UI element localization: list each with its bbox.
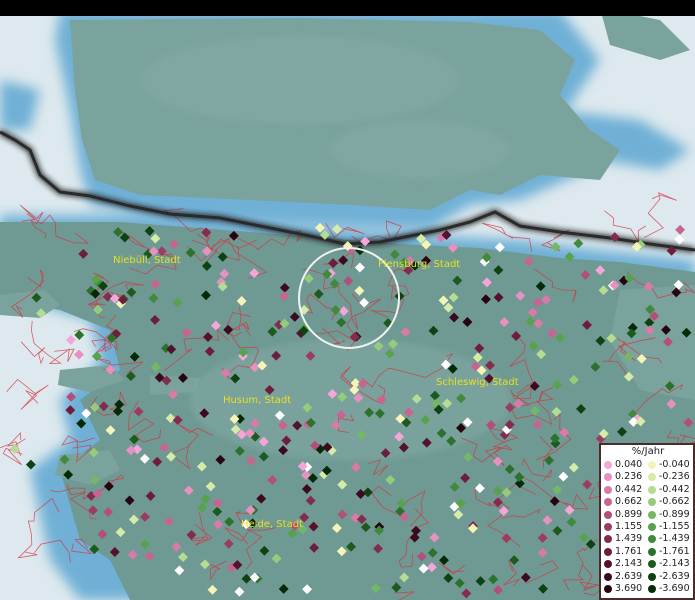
map-view[interactable]: Niebüll, Stadt Flensburg, Stadt Schleswi… <box>0 0 695 600</box>
legend-value: 0.236 <box>615 471 643 483</box>
legend-swatch <box>648 547 656 556</box>
legend-swatch <box>648 461 656 469</box>
legend: %/Jahr 0.040 -0.040 0.236 -0.236 0.442 -0.442… <box>599 443 695 600</box>
legend-swatch <box>604 547 612 556</box>
place-label-schleswig: Schleswig, Stadt <box>436 377 519 388</box>
legend-swatch <box>604 572 612 581</box>
legend-swatch <box>648 485 656 494</box>
legend-swatch <box>648 473 656 482</box>
place-label-niebuell: Niebüll, Stadt <box>113 255 181 266</box>
legend-value: 0.442 <box>615 483 643 495</box>
legend-value: -1.155 <box>659 521 690 532</box>
legend-value: -0.040 <box>659 459 690 470</box>
legend-value: 3.690 <box>615 583 643 594</box>
legend-value: -0.236 <box>659 471 690 483</box>
legend-value: 2.143 <box>615 558 643 570</box>
map-base <box>0 0 695 600</box>
legend-swatch <box>604 473 612 482</box>
legend-swatch <box>604 461 612 469</box>
legend-value: -1.439 <box>659 533 690 545</box>
legend-value: 0.040 <box>615 459 643 470</box>
legend-title: %/Jahr <box>631 446 665 457</box>
legend-swatch <box>604 535 612 544</box>
legend-swatch <box>604 585 612 593</box>
top-bar <box>0 0 695 16</box>
place-label-flensburg: Flensburg, Stadt <box>378 259 461 270</box>
legend-swatch <box>648 535 656 544</box>
legend-swatch <box>648 510 656 519</box>
legend-swatch <box>648 498 656 507</box>
legend-value: -2.143 <box>659 558 690 570</box>
legend-swatch <box>604 523 612 531</box>
legend-swatch <box>648 572 656 581</box>
legend-value: -0.442 <box>659 483 690 495</box>
place-label-husum: Husum, Stadt <box>223 395 292 406</box>
legend-value: -0.899 <box>659 508 690 520</box>
legend-swatch <box>648 560 656 569</box>
legend-value: -1.761 <box>659 545 690 557</box>
place-label-heide: Heide, Stadt <box>241 519 303 530</box>
legend-swatch <box>604 560 612 569</box>
legend-swatch <box>648 585 656 593</box>
legend-value: 1.439 <box>615 533 643 545</box>
legend-swatch <box>648 523 656 531</box>
legend-value: 0.662 <box>615 496 643 508</box>
legend-value: 0.899 <box>615 508 643 520</box>
legend-value: 1.155 <box>615 521 643 532</box>
legend-value: 2.639 <box>615 570 643 582</box>
legend-value: -2.639 <box>659 570 690 582</box>
legend-value: 1.761 <box>615 545 643 557</box>
legend-swatch <box>604 485 612 494</box>
legend-value: -3.690 <box>659 583 690 594</box>
legend-swatch <box>604 498 612 507</box>
legend-swatch <box>604 510 612 519</box>
legend-value: -0.662 <box>659 496 690 508</box>
